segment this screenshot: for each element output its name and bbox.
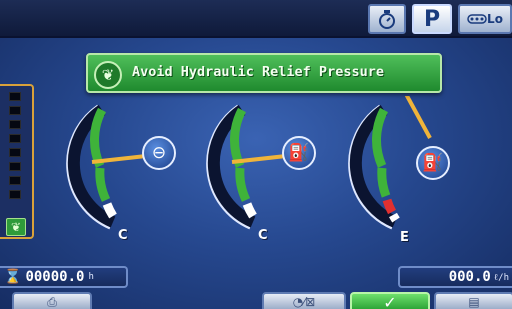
menu-icon: ▤ [468, 295, 480, 309]
parking-brake-button[interactable]: P [412, 4, 452, 34]
top-status-bar: P Lo [0, 0, 512, 38]
hour-meter: ⌛ 00000.0 h [0, 266, 128, 288]
ok-softkey[interactable]: ✓ [350, 292, 430, 309]
fuel-rate-display: 000.0 ℓ/h [398, 266, 512, 288]
parking-label: P [423, 6, 441, 32]
gauge-arc [206, 104, 287, 230]
gauge-arc [66, 104, 147, 230]
bar-segment [9, 148, 21, 157]
gauge-min-label: E [400, 230, 409, 245]
bar-segment [9, 134, 21, 143]
hydraulic-oil-temperature-icon: ⛽ [282, 136, 316, 170]
eco-bar-gauge: ❦ [0, 84, 34, 239]
camera-softkey[interactable]: ⎙ [12, 292, 92, 309]
monitor-screen: P Lo ❦ ⊖ C ⛽ C ⛽ E ❦ Avoid Hydraulic Rel… [0, 0, 512, 309]
travel-speed-label: Lo [487, 12, 503, 26]
coolant-temperature-icon: ⊖ [142, 136, 176, 170]
menu-softkey[interactable]: ▤ [434, 292, 512, 309]
gauge-min-label: C [118, 228, 128, 243]
bar-segment [9, 92, 21, 101]
work-mode-softkey[interactable]: ◔⁄⊠ [262, 292, 346, 309]
warning-message-banner: ❦ Avoid Hydraulic Relief Pressure [86, 53, 442, 93]
hour-meter-value: 00000.0 [25, 269, 85, 285]
checkmark-icon: ✓ [383, 292, 397, 309]
hydraulic-oil-temperature-gauge: ⛽ C [198, 96, 338, 246]
fuel-rate-unit: ℓ/h [493, 272, 509, 283]
bar-segment [9, 162, 21, 171]
leaf-icon: ❦ [6, 218, 26, 236]
coolant-temperature-gauge: ⊖ C [58, 96, 198, 246]
fuel-level-gauge: ⛽ E [340, 96, 480, 246]
gauge-min-label: C [258, 228, 268, 243]
gauge-arc [348, 96, 432, 230]
travel-speed-icon [467, 14, 487, 24]
fuel-pump-icon: ⛽ [416, 146, 450, 180]
bar-segment [9, 120, 21, 129]
eco-mode-icon [379, 10, 395, 29]
camera-icon: ⎙ [47, 294, 57, 309]
leaf-icon: ❦ [94, 61, 122, 89]
hour-meter-unit: h [88, 272, 94, 282]
work-mode-icon: ◔⁄⊠ [292, 295, 316, 309]
message-text: Avoid Hydraulic Relief Pressure [132, 64, 384, 80]
bar-segment [9, 190, 21, 199]
hourglass-icon: ⌛ [4, 269, 22, 285]
fuel-rate-value: 000.0 [448, 269, 491, 285]
bar-segment [9, 106, 21, 115]
bar-segment [9, 176, 21, 185]
eco-mode-button[interactable] [368, 4, 406, 34]
travel-speed-button[interactable]: Lo [458, 4, 512, 34]
